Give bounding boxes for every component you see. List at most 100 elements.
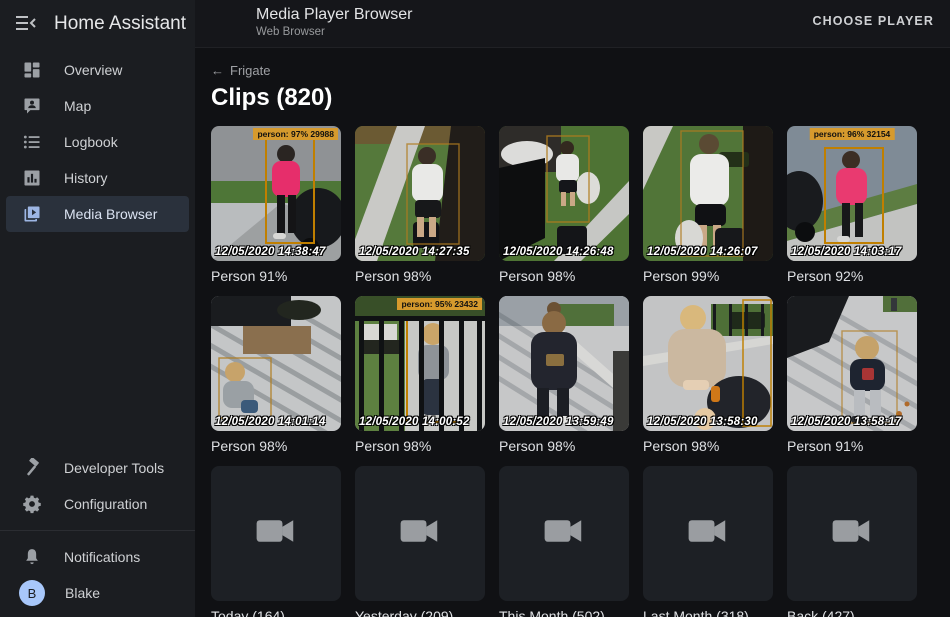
clip-card[interactable]: 12/05/2020 14:26:07 Person 99% [643,126,773,284]
clip-thumbnail: 12/05/2020 14:26:07 [643,126,773,261]
clip-card[interactable]: 12/05/2020 13:59:49 Person 98% [499,296,629,454]
clip-caption: Person 98% [643,438,773,454]
sidebar-item-media-browser[interactable]: Media Browser [6,196,189,232]
sidebar-item-profile[interactable]: B Blake [6,575,189,611]
sidebar-item-history[interactable]: History [6,160,189,196]
clip-thumbnail: 12/05/2020 14:27:35 [355,126,485,261]
clip-scene [643,296,773,431]
clip-thumbnail: person: 97% 29988 12/05/2020 14:38:47 [211,126,341,261]
map-account-icon [20,94,44,118]
sidebar-item-label: Media Browser [64,206,157,222]
clip-timestamp: 12/05/2020 13:58:30 [647,416,771,428]
folder-label: Today (164) [211,608,341,617]
sidebar-spacer [0,232,195,450]
media-browser-content: ← Frigate Clips (820) person: 97% 29988 [195,48,950,617]
sidebar-item-developer-tools[interactable]: Developer Tools [6,450,189,486]
clip-scene [355,126,485,261]
clip-timestamp: 12/05/2020 14:26:48 [503,246,627,258]
clip-timestamp: 12/05/2020 13:59:49 [503,416,627,428]
folder-card[interactable]: Back (427) [787,466,917,617]
folder-label: Yesterday (209) [355,608,485,617]
video-camera-icon [256,517,296,550]
sidebar-item-overview[interactable]: Overview [6,52,189,88]
clip-thumbnail: 12/05/2020 14:01:14 [211,296,341,431]
clip-caption: Person 98% [499,268,629,284]
folder-card[interactable]: Yesterday (209) [355,466,485,617]
video-camera-icon [400,517,440,550]
detection-label: person: 97% 29988 [253,128,338,140]
clip-caption: Person 98% [499,438,629,454]
clip-card[interactable]: person: 95% 23432 12/05/2020 14:00:52 Pe… [355,296,485,454]
clip-scene [499,126,629,261]
clip-timestamp: 12/05/2020 14:01:14 [215,416,339,428]
folder-card[interactable]: Last Month (318) [643,466,773,617]
clip-card[interactable]: 12/05/2020 13:58:17 Person 91% [787,296,917,454]
clip-thumbnail: 12/05/2020 13:58:17 [787,296,917,431]
sidebar-item-label: Logbook [64,134,118,150]
clip-card[interactable]: 12/05/2020 14:26:48 Person 98% [499,126,629,284]
clip-thumbnail: person: 96% 32154 12/05/2020 14:03:17 [787,126,917,261]
sidebar-item-map[interactable]: Map [6,88,189,124]
detection-label: person: 95% 23432 [397,298,482,310]
play-box-multiple-icon [20,202,44,226]
clip-scene [787,296,917,431]
breadcrumb-back-frigate[interactable]: ← Frigate [195,48,286,78]
media-browser-subtitle: Web Browser [256,26,413,38]
user-name: Blake [65,585,100,601]
clip-caption: Person 91% [211,268,341,284]
list-bulleted-icon [20,130,44,154]
clip-scene [355,296,485,431]
clip-timestamp: 12/05/2020 14:27:35 [359,246,483,258]
sidebar-item-label: Map [64,98,91,114]
clip-timestamp: 12/05/2020 14:03:17 [791,246,915,258]
clip-card[interactable]: person: 96% 32154 12/05/2020 14:03:17 Pe… [787,126,917,284]
media-browser-title: Media Player Browser [256,6,413,24]
sidebar-toggle-button[interactable] [6,4,46,44]
choose-player-button[interactable]: CHOOSE PLAYER [812,14,934,28]
hammer-icon [20,456,44,480]
avatar: B [19,580,45,606]
clips-grid: person: 97% 29988 12/05/2020 14:38:47 Pe… [195,112,950,617]
folder-thumbnail [355,466,485,601]
clip-scene [211,296,341,431]
sidebar: Overview Map Logbook [0,48,195,617]
folder-card[interactable]: Today (164) [211,466,341,617]
clip-caption: Person 98% [355,438,485,454]
folder-thumbnail [211,466,341,601]
sidebar-item-configuration[interactable]: Configuration [6,486,189,522]
clip-timestamp: 12/05/2020 14:38:47 [215,246,339,258]
folder-thumbnail [643,466,773,601]
clip-card[interactable]: person: 97% 29988 12/05/2020 14:38:47 Pe… [211,126,341,284]
back-arrow-icon: ← [211,63,224,78]
clip-card[interactable]: 12/05/2020 14:27:35 Person 98% [355,126,485,284]
clip-card[interactable]: 12/05/2020 13:58:30 Person 98% [643,296,773,454]
clip-scene [499,296,629,431]
folder-thumbnail [499,466,629,601]
menu-open-icon [16,15,36,34]
clip-thumbnail: 12/05/2020 13:58:30 [643,296,773,431]
clip-timestamp: 12/05/2020 14:26:07 [647,246,771,258]
clip-caption: Person 99% [643,268,773,284]
app-bar: Home Assistant Media Player Browser Web … [0,0,950,48]
clip-timestamp: 12/05/2020 14:00:52 [359,416,483,428]
clip-caption: Person 98% [211,438,341,454]
folder-label: Back (427) [787,608,917,617]
clip-card[interactable]: 12/05/2020 14:01:14 Person 98% [211,296,341,454]
clip-caption: Person 91% [787,438,917,454]
clip-timestamp: 12/05/2020 13:58:17 [791,416,915,428]
view-dashboard-icon [20,58,44,82]
sidebar-item-notifications[interactable]: Notifications [6,539,189,575]
video-camera-icon [832,517,872,550]
app-title: Home Assistant [54,13,186,35]
chart-box-icon [20,166,44,190]
page-title: Clips (820) [195,78,950,112]
folder-card[interactable]: This Month (502) [499,466,629,617]
sidebar-item-label: Overview [64,62,122,78]
sidebar-item-label: History [64,170,108,186]
sidebar-header: Home Assistant [0,0,195,48]
page-header: Media Player Browser Web Browser [256,6,413,38]
folder-label: Last Month (318) [643,608,773,617]
bell-icon [20,545,44,569]
video-camera-icon [544,517,584,550]
sidebar-item-logbook[interactable]: Logbook [6,124,189,160]
